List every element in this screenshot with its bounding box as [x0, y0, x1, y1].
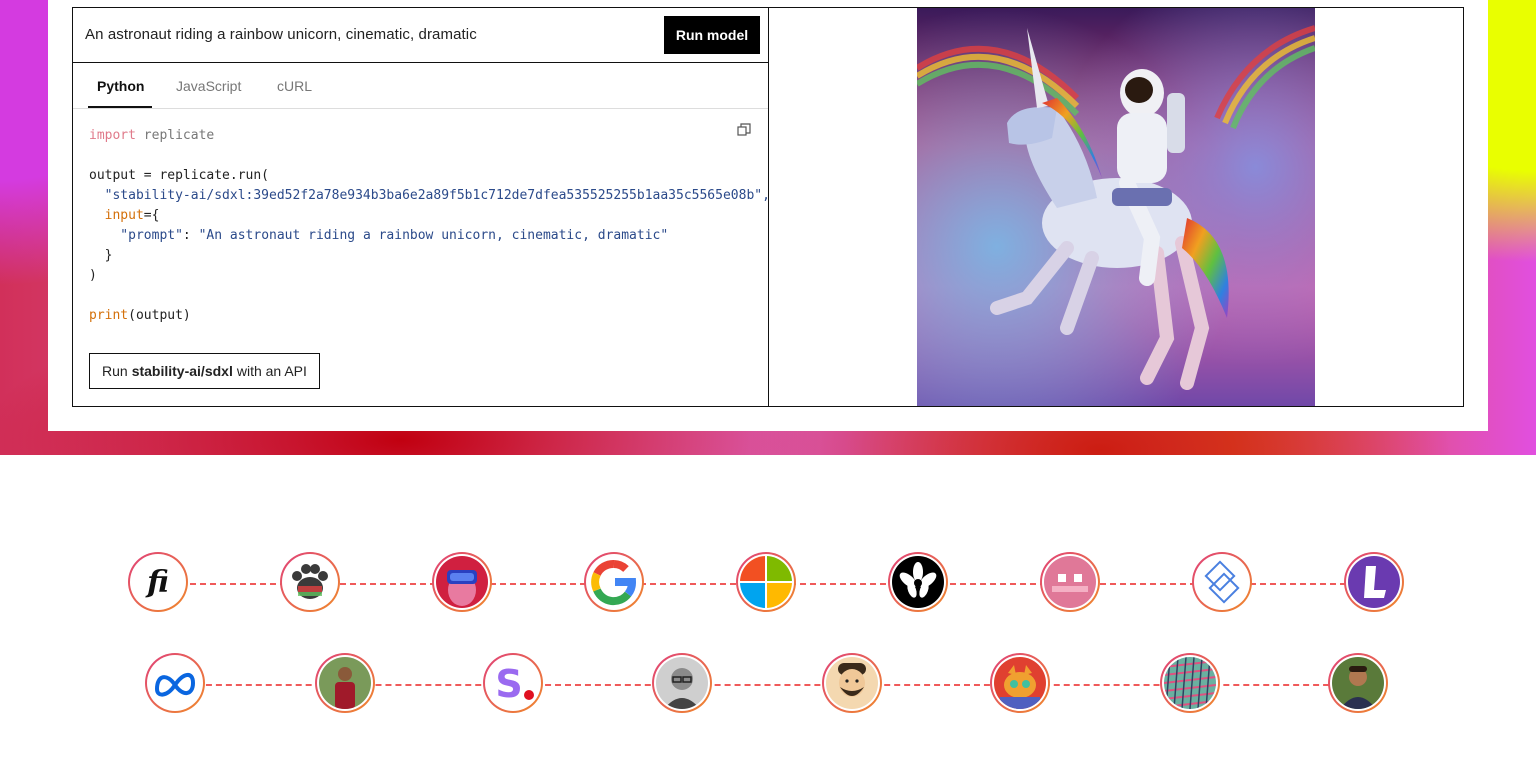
person-smiling-photo-icon: [1332, 657, 1384, 709]
fi-logo[interactable]: fi: [128, 552, 188, 612]
flower-icon: [892, 556, 944, 608]
output-image: [917, 8, 1315, 406]
code-sep: :: [182, 228, 199, 243]
svg-text:S: S: [495, 662, 522, 706]
pattern-logo[interactable]: [1160, 653, 1220, 713]
code-keyword-import: import: [89, 128, 136, 143]
tab-python[interactable]: Python: [97, 78, 144, 94]
playground-card: An astronaut riding a rainbow unicorn, c…: [48, 0, 1488, 431]
playground-panel: An astronaut riding a rainbow unicorn, c…: [72, 7, 1464, 407]
code-snippet: import replicate output = replicate.run(…: [89, 126, 769, 326]
vr-headset-avatar-icon: [436, 556, 488, 608]
person-photo-icon: [319, 657, 371, 709]
meta-logo[interactable]: [145, 653, 205, 713]
svg-text:fi: fi: [145, 565, 169, 600]
person-photo-logo[interactable]: [315, 653, 375, 713]
microsoft-icon: [740, 556, 792, 608]
code-line: ={: [143, 208, 160, 223]
letter-s-logo[interactable]: S: [483, 653, 543, 713]
google-logo[interactable]: [584, 552, 644, 612]
flower-logo[interactable]: [888, 552, 948, 612]
letter-l-logo[interactable]: [1344, 552, 1404, 612]
figma-like-fi-icon: fi: [132, 556, 184, 608]
microsoft-logo[interactable]: [736, 552, 796, 612]
letter-s-icon: S: [487, 657, 539, 709]
code-module: replicate: [135, 128, 215, 143]
active-tab-indicator: [88, 106, 152, 108]
prompt-row: An astronaut riding a rainbow unicorn, c…: [73, 8, 768, 63]
meta-icon: [149, 657, 201, 709]
tab-javascript[interactable]: JavaScript: [176, 78, 241, 94]
output-pane: [769, 8, 1463, 406]
prompt-input[interactable]: An astronaut riding a rainbow unicorn, c…: [85, 26, 477, 43]
pattern-icon: [1164, 657, 1216, 709]
person-smiling-logo[interactable]: [1328, 653, 1388, 713]
code-model-version: "stability-ai/sdxl:39ed52f2a78e934b3ba6e…: [89, 188, 769, 203]
interlocked-squares-logo[interactable]: [1192, 552, 1252, 612]
code-prompt-key: "prompt": [89, 228, 183, 243]
code-print-fn: print: [89, 308, 129, 323]
person-glasses-logo[interactable]: [652, 653, 712, 713]
api-button-prefix: Run: [102, 363, 128, 379]
code-line: (output): [128, 308, 191, 323]
api-button-suffix: with an API: [236, 363, 307, 379]
vr-avatar-logo[interactable]: [432, 552, 492, 612]
interlocked-squares-icon: [1196, 556, 1248, 608]
code-input-kw: input: [104, 208, 144, 223]
api-button-model: stability-ai/sdxl: [131, 363, 233, 379]
code-line: }: [89, 248, 113, 263]
google-icon: [588, 556, 640, 608]
run-model-button[interactable]: Run model: [664, 16, 760, 54]
customer-logos: fi S: [0, 455, 1536, 776]
code-line: ): [89, 268, 97, 283]
paw-icon: [284, 556, 336, 608]
run-with-api-button[interactable]: Run stability-ai/sdxl with an API: [89, 353, 320, 389]
input-pane: An astronaut riding a rainbow unicorn, c…: [73, 8, 769, 406]
bearded-avatar-logo[interactable]: [822, 653, 882, 713]
person-glasses-photo-icon: [656, 657, 708, 709]
cartoon-animal-logo[interactable]: [990, 653, 1050, 713]
letter-l-icon: [1348, 556, 1400, 608]
paw-logo[interactable]: [280, 552, 340, 612]
pixel-face-logo[interactable]: [1040, 552, 1100, 612]
tab-curl[interactable]: cURL: [277, 78, 312, 94]
code-line: output = replicate.run(: [89, 168, 270, 183]
code-tabs: Python JavaScript cURL: [73, 63, 768, 109]
pixel-face-icon: [1044, 556, 1096, 608]
code-prompt-value: "An astronaut riding a rainbow unicorn, …: [198, 228, 669, 243]
cartoon-animal-icon: [994, 657, 1046, 709]
bearded-avatar-icon: [826, 657, 878, 709]
